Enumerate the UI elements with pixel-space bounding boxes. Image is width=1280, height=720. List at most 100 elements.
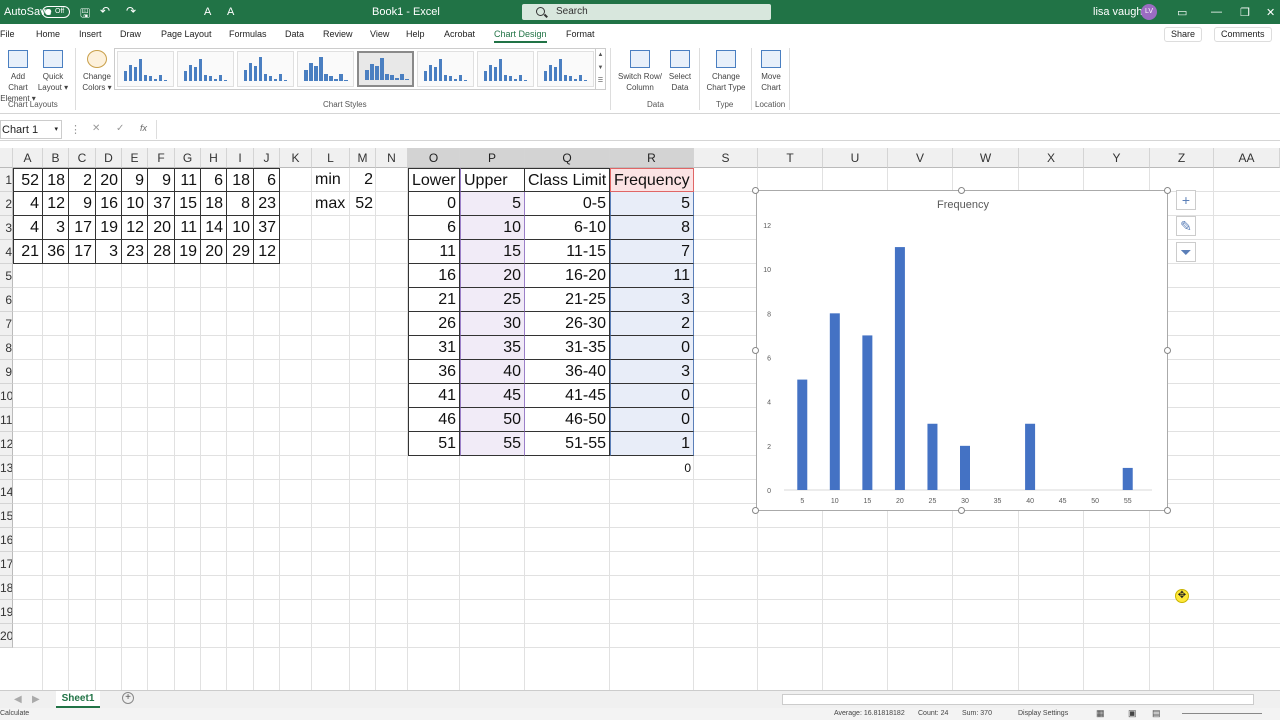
resize-handle[interactable] — [958, 507, 965, 514]
stat-label-cell[interactable]: min — [312, 168, 350, 192]
comments-button[interactable]: Comments — [1214, 27, 1272, 42]
data-cell[interactable]: 6 — [254, 168, 280, 192]
row-header[interactable]: 19 — [0, 600, 13, 624]
redo-icon[interactable]: ↷ — [126, 4, 136, 18]
data-cell[interactable]: 21 — [13, 240, 43, 264]
data-cell[interactable]: 36 — [43, 240, 69, 264]
table-cell[interactable]: 46-50 — [525, 408, 610, 432]
table-cell[interactable]: 21-25 — [525, 288, 610, 312]
column-header[interactable]: Q — [525, 148, 610, 168]
data-cell[interactable]: 23 — [122, 240, 148, 264]
resize-handle[interactable] — [752, 507, 759, 514]
chart-style-thumbnail[interactable] — [177, 51, 234, 87]
table-cell[interactable]: 11 — [408, 240, 460, 264]
table-cell[interactable]: 31-35 — [525, 336, 610, 360]
data-cell[interactable]: 20 — [201, 240, 227, 264]
table-cell[interactable]: 5 — [610, 192, 694, 216]
scroll-right-icon[interactable]: ▶ — [32, 694, 40, 705]
data-cell[interactable]: 15 — [175, 192, 201, 216]
table-cell[interactable]: 3 — [610, 288, 694, 312]
row-header[interactable]: 18 — [0, 576, 13, 600]
column-header[interactable]: B — [43, 148, 69, 168]
column-header[interactable]: A — [13, 148, 43, 168]
table-cell[interactable]: 21 — [408, 288, 460, 312]
resize-handle[interactable] — [958, 187, 965, 194]
table-cell[interactable]: 5 — [460, 192, 525, 216]
row-header[interactable]: 16 — [0, 528, 13, 552]
data-cell[interactable]: 11 — [175, 168, 201, 192]
data-cell[interactable]: 4 — [13, 216, 43, 240]
column-header[interactable]: R — [610, 148, 694, 168]
avatar[interactable]: LV — [1141, 4, 1157, 20]
data-cell[interactable]: 29 — [227, 240, 254, 264]
table-cell[interactable]: 0 — [610, 408, 694, 432]
data-cell[interactable]: 11 — [175, 216, 201, 240]
data-cell[interactable]: 19 — [96, 216, 122, 240]
table-cell[interactable]: 40 — [460, 360, 525, 384]
chart-style-thumbnail[interactable] — [417, 51, 474, 87]
chart-styles-brush-icon[interactable]: ✎ — [1176, 216, 1196, 236]
sheet-tab-sheet1[interactable]: Sheet1 — [56, 691, 100, 708]
ribbon-display-icon[interactable]: ▭ — [1177, 6, 1187, 19]
column-header[interactable]: H — [201, 148, 227, 168]
change-chart-type-button[interactable]: Change Chart Type — [704, 50, 748, 93]
select-all-corner[interactable] — [0, 148, 13, 168]
column-header[interactable]: J — [254, 148, 280, 168]
stat-label-cell[interactable]: max — [312, 192, 350, 216]
table-cell[interactable]: 31 — [408, 336, 460, 360]
table-header-cell[interactable]: Frequency — [610, 168, 694, 192]
zoom-slider[interactable] — [1182, 713, 1262, 714]
data-cell[interactable]: 17 — [69, 240, 96, 264]
column-header[interactable]: N — [376, 148, 408, 168]
data-cell[interactable]: 18 — [43, 168, 69, 192]
data-cell[interactable]: 12 — [254, 240, 280, 264]
column-header[interactable]: O — [408, 148, 460, 168]
tab-review[interactable]: Review — [323, 29, 353, 39]
column-header[interactable]: K — [280, 148, 312, 168]
chart-styles-gallery[interactable]: ▲ ▼ ☰ — [114, 48, 606, 90]
stat-value-cell[interactable]: 52 — [350, 192, 376, 216]
data-cell[interactable]: 12 — [122, 216, 148, 240]
data-cell[interactable]: 18 — [227, 168, 254, 192]
column-header[interactable]: AA — [1214, 148, 1280, 168]
column-header[interactable]: E — [122, 148, 148, 168]
table-cell[interactable]: 26 — [408, 312, 460, 336]
resize-handle[interactable] — [752, 187, 759, 194]
row-header[interactable]: 8 — [0, 336, 13, 360]
column-header[interactable]: Y — [1084, 148, 1150, 168]
chart-style-thumbnail[interactable] — [357, 51, 414, 87]
chart-filter-icon[interactable]: ⏷ — [1176, 242, 1196, 262]
data-cell[interactable]: 20 — [96, 168, 122, 192]
data-cell[interactable]: 23 — [254, 192, 280, 216]
row-header[interactable]: 2 — [0, 192, 13, 216]
tab-help[interactable]: Help — [406, 29, 425, 39]
table-cell[interactable]: 2 — [610, 312, 694, 336]
restore-icon[interactable]: ❐ — [1240, 6, 1250, 19]
select-data-button[interactable]: Select Data — [664, 50, 696, 93]
table-cell[interactable]: 50 — [460, 408, 525, 432]
data-cell[interactable]: 12 — [43, 192, 69, 216]
data-cell[interactable]: 37 — [148, 192, 175, 216]
table-cell[interactable]: 55 — [460, 432, 525, 456]
add-chart-element-button[interactable]: Add Chart Element ▾ — [0, 50, 36, 104]
change-colors-button[interactable]: Change Colors ▾ — [80, 50, 114, 93]
share-button[interactable]: Share — [1164, 27, 1203, 42]
table-cell[interactable]: 36 — [408, 360, 460, 384]
normal-view-icon[interactable]: ▦ — [1096, 708, 1105, 719]
data-cell[interactable]: 10 — [122, 192, 148, 216]
row-header[interactable]: 9 — [0, 360, 13, 384]
chart-style-thumbnail[interactable] — [537, 51, 594, 87]
column-header[interactable]: D — [96, 148, 122, 168]
data-cell[interactable]: 2 — [69, 168, 96, 192]
table-cell[interactable]: 41-45 — [525, 384, 610, 408]
tab-insert[interactable]: Insert — [79, 29, 102, 39]
enter-icon[interactable]: ✓ — [116, 123, 124, 134]
column-header[interactable]: I — [227, 148, 254, 168]
data-cell[interactable]: 17 — [69, 216, 96, 240]
table-cell[interactable]: 1 — [610, 432, 694, 456]
row-header[interactable]: 5 — [0, 264, 13, 288]
data-cell[interactable]: 6 — [201, 168, 227, 192]
row-header[interactable]: 20 — [0, 624, 13, 648]
table-cell[interactable]: 6 — [408, 216, 460, 240]
data-cell[interactable]: 52 — [13, 168, 43, 192]
